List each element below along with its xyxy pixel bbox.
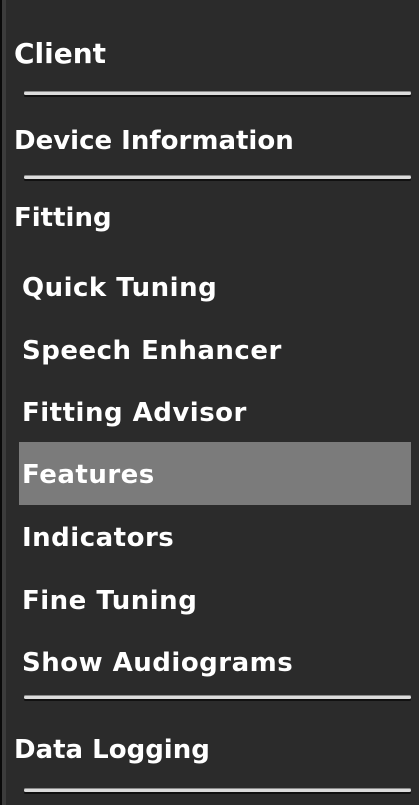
section-divider: [24, 92, 411, 95]
nav-section-data-logging[interactable]: Data Logging: [2, 737, 419, 771]
nav-item-features[interactable]: Features: [19, 442, 411, 505]
nav-item-quick-tuning[interactable]: Quick Tuning: [2, 275, 419, 309]
section-divider: [24, 696, 411, 699]
nav-section-device-information[interactable]: Device Information: [2, 128, 419, 162]
nav-section-client[interactable]: Client: [2, 40, 419, 76]
nav-item-speech-enhancer[interactable]: Speech Enhancer: [2, 338, 419, 372]
nav-item-indicators[interactable]: Indicators: [2, 525, 419, 559]
nav-item-fitting-advisor[interactable]: Fitting Advisor: [2, 400, 419, 434]
section-divider: [24, 176, 411, 179]
section-divider: [24, 789, 411, 792]
nav-item-fine-tuning[interactable]: Fine Tuning: [2, 588, 419, 622]
nav-section-fitting[interactable]: Fitting: [2, 205, 419, 239]
navigation-panel: Client Device Information Fitting Quick …: [0, 0, 419, 805]
nav-item-show-audiograms[interactable]: Show Audiograms: [2, 650, 419, 684]
